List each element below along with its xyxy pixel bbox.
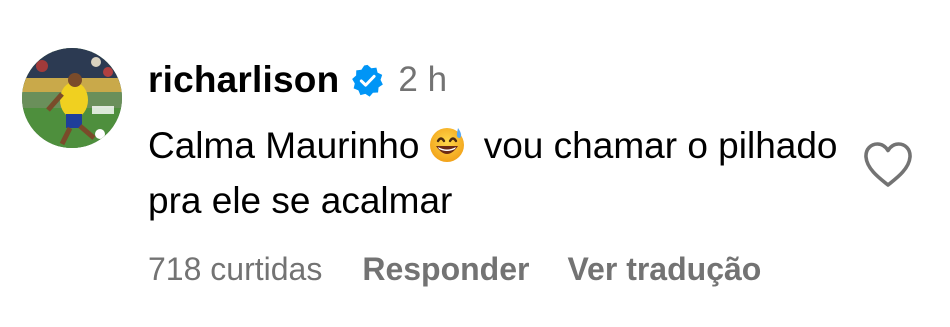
comment-header: richarlison 2 h (148, 58, 848, 102)
like-button[interactable] (862, 141, 914, 189)
comment-body: richarlison 2 h Calma Maurinho vou chama… (148, 58, 848, 228)
verified-badge-icon (351, 64, 384, 97)
comment-text-part-1: Calma Maurinho (148, 125, 420, 166)
avatar[interactable] (22, 48, 122, 148)
timestamp[interactable]: 2 h (398, 60, 447, 100)
translate-button[interactable]: Ver tradução (567, 251, 761, 288)
username[interactable]: richarlison (148, 59, 339, 101)
grinning-sweat-emoji-icon (427, 124, 467, 164)
comment-text: Calma Maurinho vou chamar o pilhado pra … (148, 118, 848, 228)
reply-button[interactable]: Responder (362, 251, 529, 288)
heart-outline-icon (864, 142, 912, 187)
comment: richarlison 2 h Calma Maurinho vou chama… (22, 48, 932, 308)
likes-count[interactable]: 718 curtidas (148, 251, 322, 288)
avatar-image (22, 48, 122, 148)
comment-actions: 718 curtidas Responder Ver tradução (148, 251, 761, 288)
